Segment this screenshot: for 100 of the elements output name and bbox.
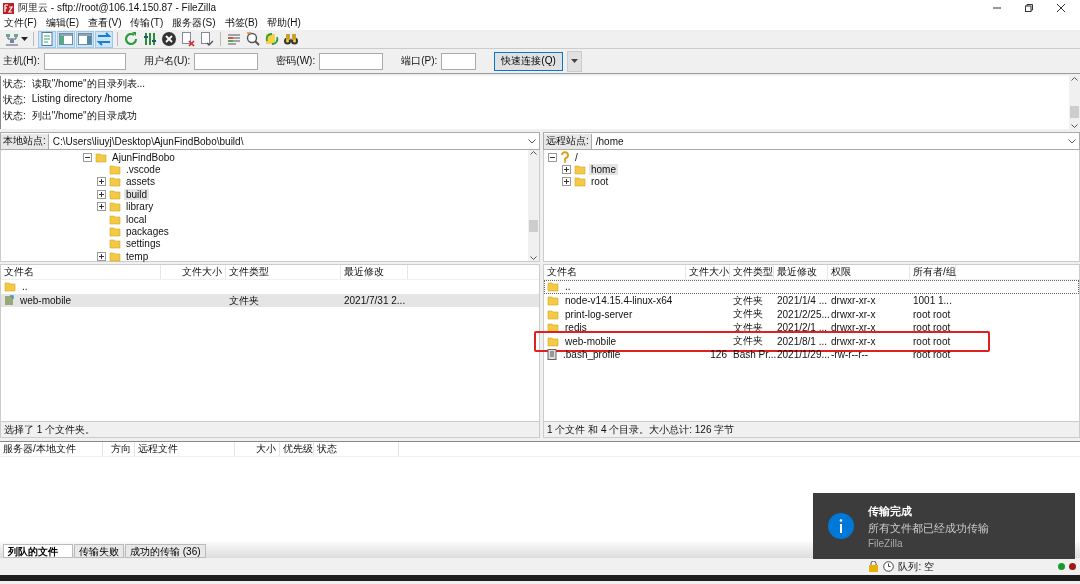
column-header[interactable]: 大小 (235, 442, 280, 456)
input-field[interactable] (43, 52, 126, 70)
log-label: 状态: (3, 109, 26, 123)
folder-icon (109, 238, 121, 250)
expand-icon[interactable] (97, 202, 106, 212)
expand-icon[interactable] (562, 177, 571, 187)
menu-item[interactable]: 编辑(E) (45, 16, 80, 30)
tree-item[interactable]: home (589, 164, 618, 176)
file-row[interactable]: .. (1, 280, 539, 294)
tree-item[interactable]: / (573, 151, 580, 163)
folder-icon (109, 201, 121, 213)
file-name: print-log-server (564, 308, 634, 320)
tree-item[interactable]: temp (124, 250, 151, 262)
input-field[interactable] (441, 52, 477, 70)
status-light (1069, 563, 1076, 570)
tree-item[interactable]: AjunFindBobo (110, 151, 177, 163)
folder-icon (547, 322, 559, 333)
file-name: .. (564, 281, 572, 293)
scroll-down-icon[interactable] (530, 256, 537, 261)
column-header[interactable]: 文件名 (1, 265, 161, 279)
expand-icon[interactable] (562, 165, 571, 175)
file-row[interactable]: web-mobile 文件夹 2021/8/1 ... drwxr-xr-x root root (544, 334, 1079, 348)
document-icon (39, 31, 55, 47)
column-header[interactable]: 所有者/组 (910, 265, 956, 279)
folder-icon (547, 308, 559, 320)
expand-icon[interactable] (97, 177, 106, 187)
quickconnect-button[interactable]: 快速连接(Q) (494, 51, 563, 71)
column-header[interactable]: 文件名 (544, 265, 686, 279)
cancel-icon (161, 31, 177, 47)
tab[interactable]: 成功的传输 (36) (125, 544, 206, 558)
scrollbar[interactable] (528, 150, 539, 261)
tree-item[interactable]: .vscode (124, 164, 163, 176)
file-row[interactable]: print-log-server 文件夹 2021/2/25...drwxr-xr-x root root (544, 307, 1079, 321)
input-field[interactable] (194, 52, 259, 70)
log-message: Listing directory /home (31, 93, 133, 106)
tree-item[interactable]: build (124, 188, 150, 200)
column-header[interactable]: 权限 (828, 265, 910, 279)
sliders-icon (142, 31, 158, 47)
column-header[interactable]: 文件类型 (226, 265, 341, 279)
panel-icon (58, 31, 74, 47)
lock-icon (868, 561, 880, 572)
column-header[interactable]: 文件类型 (730, 265, 774, 279)
close-icon[interactable] (1056, 3, 1066, 13)
collapse-icon[interactable] (548, 152, 557, 162)
menu-item[interactable]: 书签(B) (224, 16, 258, 30)
column-header[interactable]: 最近修改 (774, 265, 828, 279)
log-label: 状态: (3, 93, 26, 107)
restore-icon[interactable] (1024, 3, 1034, 13)
file-name: .bash_profile (562, 348, 622, 360)
column-header[interactable]: 服务器/本地文件 (0, 442, 103, 456)
status-light (1058, 563, 1065, 570)
scroll-thumb[interactable] (1070, 105, 1079, 118)
column-header[interactable]: 状态 (314, 442, 399, 456)
toolbar-button[interactable] (141, 30, 159, 48)
folder-icon (4, 295, 14, 306)
expand-icon[interactable] (97, 251, 106, 261)
file-row[interactable]: node-v14.15.4-linux-x64 文件夹 2021/1/4 ... drwxr-xr-x 1001 1... (544, 293, 1079, 307)
file-check-icon (199, 31, 215, 47)
column-header[interactable]: 最近修改 (341, 265, 408, 279)
input-field[interactable] (319, 52, 384, 70)
menu-item[interactable]: 查看(V) (88, 16, 122, 30)
tree-item[interactable]: library (124, 201, 156, 213)
file-row[interactable]: .bash_profile 126 Bash Pr...2021/1/29...-rw-r--r-- root root (544, 347, 1079, 361)
tree-item[interactable]: root (589, 176, 611, 188)
table-cell-text: drwxr-xr-x (830, 335, 877, 347)
menu-item[interactable]: 文件(F) (4, 16, 37, 30)
scroll-up-icon[interactable] (1071, 76, 1078, 81)
column-header[interactable]: 优先级 (280, 442, 314, 456)
table-cell-text: Bash Pr... (732, 348, 774, 360)
field-label: 用户名(U): (143, 54, 191, 68)
tree-item[interactable]: local (124, 213, 149, 225)
tab[interactable]: 传输失败 (74, 544, 124, 558)
scroll-thumb[interactable] (529, 219, 538, 232)
file-row[interactable]: .. (544, 280, 1079, 294)
table-cell-text: 文件夹 (732, 293, 764, 308)
tree-item[interactable]: settings (124, 238, 163, 250)
scroll-down-icon[interactable] (1071, 124, 1078, 129)
log-label: 状态: (3, 77, 26, 91)
menu-item[interactable]: 服务器(S) (172, 16, 216, 30)
toolbar-button[interactable] (244, 30, 262, 48)
menu-item[interactable]: 传输(T) (130, 16, 164, 30)
folder-icon (547, 295, 559, 306)
tab[interactable]: 列队的文件 (3, 544, 73, 558)
menu-item[interactable]: 帮助(H) (266, 16, 301, 30)
scrollbar[interactable] (1069, 76, 1080, 129)
collapse-icon[interactable] (83, 152, 92, 162)
expand-icon[interactable] (97, 189, 106, 199)
column-header[interactable]: 文件大小 (686, 265, 730, 279)
toolbar-button[interactable] (160, 30, 178, 48)
tree-item[interactable]: packages (124, 226, 171, 238)
tree-item[interactable]: assets (124, 176, 157, 188)
column-header[interactable]: 方向 (103, 442, 135, 456)
column-header[interactable]: 远程文件 (135, 442, 235, 456)
column-header[interactable]: 文件大小 (161, 265, 226, 279)
folder-icon (574, 176, 586, 188)
file-row[interactable]: web-mobile 文件夹 2021/7/31 2... (1, 293, 539, 307)
file-cross-icon (180, 31, 196, 47)
scroll-up-icon[interactable] (530, 150, 537, 155)
dropdown-button[interactable] (566, 50, 582, 72)
status-text: 1 个文件 和 4 个目录。大小总计: 126 字节 (547, 422, 735, 437)
